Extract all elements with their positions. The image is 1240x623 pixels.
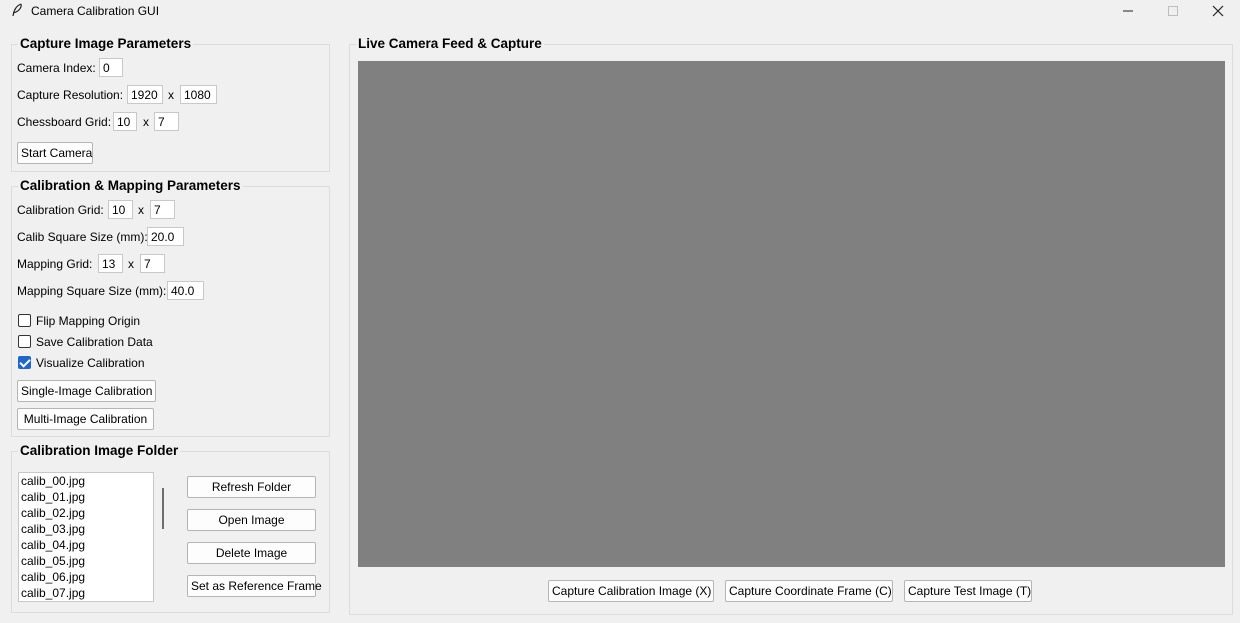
mapping-grid-separator: x bbox=[128, 257, 134, 271]
list-item[interactable]: calib_04.jpg bbox=[19, 537, 153, 553]
chessboard-separator: x bbox=[143, 115, 149, 129]
calibration-grid-cols-input[interactable] bbox=[108, 200, 133, 219]
capture-coordinate-frame-button[interactable]: Capture Coordinate Frame (C) bbox=[725, 580, 893, 602]
resolution-separator: x bbox=[168, 88, 174, 102]
live-feed-title: Live Camera Feed & Capture bbox=[356, 36, 544, 51]
capture-test-image-button[interactable]: Capture Test Image (T) bbox=[904, 580, 1032, 602]
list-item[interactable]: calib_07.jpg bbox=[19, 585, 153, 601]
camera-index-label: Camera Index: bbox=[17, 61, 96, 75]
maximize-button[interactable] bbox=[1150, 0, 1196, 22]
camera-index-input[interactable] bbox=[99, 58, 123, 77]
list-item[interactable]: calib_05.jpg bbox=[19, 553, 153, 569]
calib-square-size-label: Calib Square Size (mm): bbox=[17, 230, 148, 244]
resolution-width-input[interactable] bbox=[127, 85, 163, 104]
chessboard-grid-label: Chessboard Grid: bbox=[17, 115, 112, 129]
image-folder-title: Calibration Image Folder bbox=[18, 443, 181, 458]
close-icon bbox=[1212, 5, 1224, 17]
calibration-grid-separator: x bbox=[138, 203, 144, 217]
feather-icon bbox=[12, 3, 22, 17]
list-item[interactable]: calib_03.jpg bbox=[19, 521, 153, 537]
capture-resolution-label: Capture Resolution: bbox=[17, 88, 124, 102]
close-button[interactable] bbox=[1195, 0, 1240, 22]
capture-params-title: Capture Image Parameters bbox=[18, 36, 194, 51]
list-item[interactable]: calib_00.jpg bbox=[19, 473, 153, 489]
visualize-calibration-checkbox[interactable] bbox=[18, 356, 31, 369]
title-bar: Camera Calibration GUI bbox=[0, 0, 1240, 22]
mapping-square-size-label: Mapping Square Size (mm): bbox=[17, 284, 167, 298]
list-scrollbar-thumb[interactable] bbox=[162, 488, 164, 529]
start-camera-button[interactable]: Start Camera bbox=[17, 142, 93, 164]
calibration-params-title: Calibration & Mapping Parameters bbox=[18, 178, 243, 193]
mapping-grid-rows-input[interactable] bbox=[140, 254, 165, 273]
calib-square-size-input[interactable] bbox=[147, 227, 184, 246]
mapping-grid-cols-input[interactable] bbox=[98, 254, 123, 273]
save-calibration-data-checkbox[interactable] bbox=[18, 335, 31, 348]
calibration-grid-rows-input[interactable] bbox=[150, 200, 175, 219]
open-image-button[interactable]: Open Image bbox=[187, 509, 316, 531]
flip-mapping-origin-label: Flip Mapping Origin bbox=[36, 314, 141, 328]
chessboard-rows-input[interactable] bbox=[154, 112, 179, 131]
calibration-grid-label: Calibration Grid: bbox=[17, 203, 104, 217]
set-reference-frame-button[interactable]: Set as Reference Frame bbox=[187, 575, 322, 597]
list-item[interactable]: calib_06.jpg bbox=[19, 569, 153, 585]
multi-image-calibration-button[interactable]: Multi-Image Calibration bbox=[17, 408, 154, 430]
window-title: Camera Calibration GUI bbox=[31, 4, 160, 18]
delete-image-button[interactable]: Delete Image bbox=[187, 542, 316, 564]
refresh-folder-button[interactable]: Refresh Folder bbox=[187, 476, 316, 498]
mapping-grid-label: Mapping Grid: bbox=[17, 257, 93, 271]
visualize-calibration-label: Visualize Calibration bbox=[36, 356, 145, 370]
list-item[interactable]: calib_02.jpg bbox=[19, 505, 153, 521]
flip-mapping-origin-checkbox[interactable] bbox=[18, 314, 31, 327]
list-item[interactable]: calib_01.jpg bbox=[19, 489, 153, 505]
save-calibration-data-label: Save Calibration Data bbox=[36, 335, 153, 349]
minimize-icon bbox=[1123, 10, 1133, 12]
camera-feed-canvas[interactable] bbox=[358, 61, 1225, 567]
chessboard-cols-input[interactable] bbox=[113, 112, 137, 131]
maximize-icon bbox=[1168, 6, 1178, 16]
single-image-calibration-button[interactable]: Single-Image Calibration bbox=[17, 380, 156, 402]
minimize-button[interactable] bbox=[1105, 0, 1151, 22]
capture-calibration-image-button[interactable]: Capture Calibration Image (X) bbox=[548, 580, 714, 602]
resolution-height-input[interactable] bbox=[180, 85, 217, 104]
image-file-list[interactable]: calib_00.jpg calib_01.jpg calib_02.jpg c… bbox=[18, 472, 154, 602]
mapping-square-size-input[interactable] bbox=[167, 281, 204, 300]
